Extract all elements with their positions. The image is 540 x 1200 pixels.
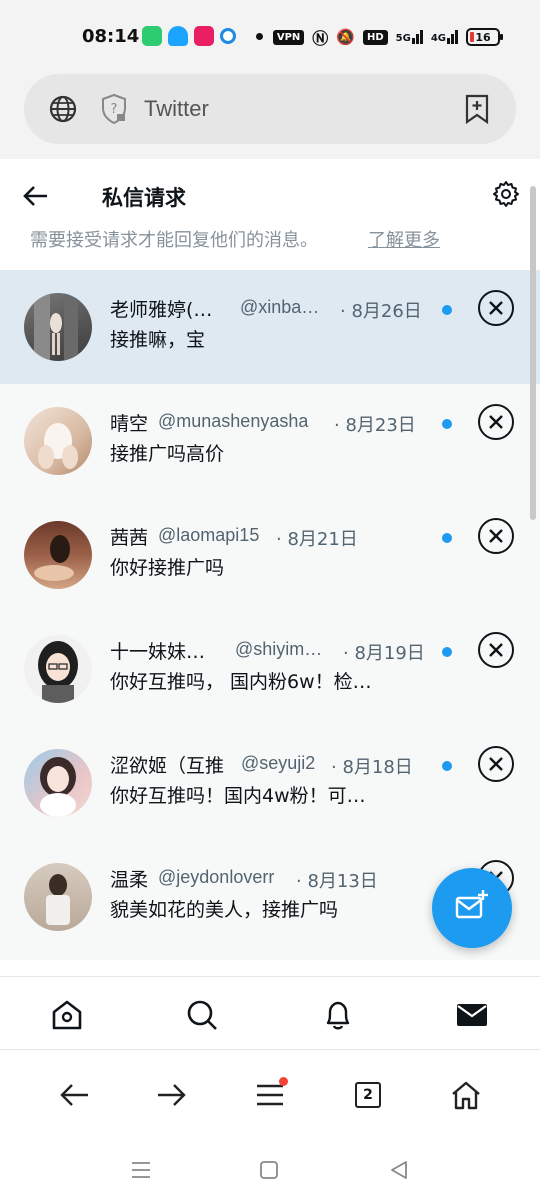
status-bar: 08:14 VPN Ⓝ 🔕 HD 5G 4G 16 xyxy=(0,0,540,64)
svg-text:?: ? xyxy=(111,102,118,117)
message-date: · 8月23日 xyxy=(334,415,416,436)
message-date: · 8月21日 xyxy=(276,529,358,550)
message-preview: 你好互推吗， 国内粉6w！检… xyxy=(110,671,372,693)
status-right: VPN Ⓝ 🔕 HD 5G 4G 16 xyxy=(272,25,503,49)
avatar[interactable] xyxy=(24,749,92,817)
message-request-list: 老师雅婷(… @xinba… · 8月26日 接推嘛，宝 晴空 @munashe… xyxy=(0,270,540,960)
new-message-button[interactable] xyxy=(432,868,512,948)
avatar[interactable] xyxy=(24,293,92,361)
unread-dot xyxy=(442,305,452,315)
decline-close-icon[interactable] xyxy=(478,290,514,326)
message-date: · 8月19日 xyxy=(343,643,425,664)
message-preview: 接推嘛，宝 xyxy=(110,329,206,351)
unread-dot xyxy=(442,533,452,543)
bell-icon[interactable] xyxy=(318,995,358,1035)
message-date: · 8月26日 xyxy=(340,301,422,322)
status-time: 08:14 xyxy=(82,26,140,47)
net-4g-label: 4G xyxy=(430,33,446,44)
search-icon[interactable] xyxy=(182,995,222,1035)
list-item[interactable]: 老师雅婷(… @xinba… · 8月26日 接推嘛，宝 xyxy=(0,270,540,384)
sender-name: 十一妹妹… xyxy=(110,641,206,663)
unread-dot xyxy=(442,419,452,429)
bookmark-add-icon[interactable] xyxy=(464,94,490,128)
settings-gear-icon[interactable] xyxy=(492,180,520,212)
scrollbar[interactable] xyxy=(530,186,536,520)
hd-badge: HD xyxy=(362,29,388,45)
home-icon[interactable] xyxy=(254,1155,284,1185)
back-arrow-icon[interactable] xyxy=(55,1075,95,1115)
globe-icon[interactable] xyxy=(48,94,78,128)
nfc-icon: Ⓝ xyxy=(312,29,329,48)
sender-handle: @jeydonloverr xyxy=(158,867,275,887)
message-preview: 你好接推广吗 xyxy=(110,557,225,579)
back-icon[interactable] xyxy=(384,1155,414,1185)
sender-name: 老师雅婷(… xyxy=(110,299,213,321)
mail-icon[interactable] xyxy=(452,995,492,1035)
sender-handle: @xinba… xyxy=(240,297,320,317)
video-app-icon xyxy=(194,26,214,46)
avatar[interactable] xyxy=(24,635,92,703)
list-item[interactable]: 十一妹妹… @shiyim… · 8月19日 你好互推吗， 国内粉6w！检… xyxy=(0,612,540,726)
list-item[interactable]: 茜茜 @laomapi15 · 8月21日 你好接推广吗 xyxy=(0,498,540,612)
unread-dot xyxy=(442,647,452,657)
net-5g-label: 5G xyxy=(395,33,411,44)
unread-dot xyxy=(442,761,452,771)
decline-close-icon[interactable] xyxy=(478,518,514,554)
sender-name: 温柔 xyxy=(110,869,149,891)
mute-bell-icon: 🔕 xyxy=(336,28,355,46)
more-dot-icon xyxy=(256,33,263,40)
battery-level: 16 xyxy=(475,30,491,44)
message-date: · 8月18日 xyxy=(331,757,413,778)
avatar[interactable] xyxy=(24,407,92,475)
vpn-badge: VPN xyxy=(272,29,305,45)
avatar[interactable] xyxy=(24,863,92,931)
sender-handle: @seyuji2 xyxy=(241,753,316,773)
message-preview: 貌美如花的美人，接推广吗 xyxy=(110,899,339,921)
forward-arrow-icon[interactable] xyxy=(151,1075,191,1115)
browser-address-area: ? Twitter xyxy=(0,64,540,159)
url-text[interactable]: Twitter xyxy=(144,96,209,122)
signal-4g-icon: 4G xyxy=(431,30,458,44)
browser-toolbar: 2 xyxy=(0,1051,540,1141)
sender-name: 涩欲姬（互推 xyxy=(110,755,225,777)
twitter-bottom-nav xyxy=(0,976,540,1050)
sender-handle: @shiyim… xyxy=(235,639,323,659)
message-preview: 你好互推吗！国内4w粉！可… xyxy=(110,785,366,807)
recents-icon[interactable] xyxy=(126,1155,156,1185)
new-message-icon xyxy=(454,888,490,928)
menu-icon[interactable] xyxy=(250,1075,290,1115)
home-icon[interactable] xyxy=(446,1075,486,1115)
message-date: · 8月13日 xyxy=(296,871,378,892)
info-banner-text: 需要接受请求才能回复他们的消息。 xyxy=(30,230,318,251)
page-title: 私信请求 xyxy=(102,186,186,210)
notification-dot xyxy=(279,1077,288,1086)
qq-icon xyxy=(168,26,188,46)
learn-more-link[interactable]: 了解更多 xyxy=(368,226,440,252)
decline-close-icon[interactable] xyxy=(478,746,514,782)
battery-icon: 16 xyxy=(466,28,503,46)
sender-name: 晴空 xyxy=(110,413,149,435)
browser-app-icon xyxy=(220,28,236,44)
info-banner: 需要接受请求才能回复他们的消息。 了解更多 xyxy=(0,220,540,270)
decline-close-icon[interactable] xyxy=(478,632,514,668)
decline-close-icon[interactable] xyxy=(478,404,514,440)
tabs-icon[interactable]: 2 xyxy=(348,1075,388,1115)
avatar[interactable] xyxy=(24,521,92,589)
sender-handle: @munashenyasha xyxy=(158,411,309,431)
list-item[interactable]: 晴空 @munashenyasha · 8月23日 接推广吗高价 xyxy=(0,384,540,498)
security-shield-icon[interactable]: ? xyxy=(100,93,128,129)
list-item[interactable]: 涩欲姬（互推 @seyuji2 · 8月18日 你好互推吗！国内4w粉！可… xyxy=(0,726,540,840)
sender-handle: @laomapi15 xyxy=(158,525,260,545)
home-icon[interactable] xyxy=(47,995,87,1035)
battery-app-icon xyxy=(142,26,162,46)
back-arrow-icon[interactable] xyxy=(22,182,50,214)
signal-5g-icon: 5G xyxy=(396,30,423,44)
sender-name: 茜茜 xyxy=(110,527,149,549)
tab-count: 2 xyxy=(355,1082,381,1108)
system-nav-bar xyxy=(0,1141,540,1200)
address-bar[interactable]: ? Twitter xyxy=(24,74,516,144)
message-preview: 接推广吗高价 xyxy=(110,443,225,465)
